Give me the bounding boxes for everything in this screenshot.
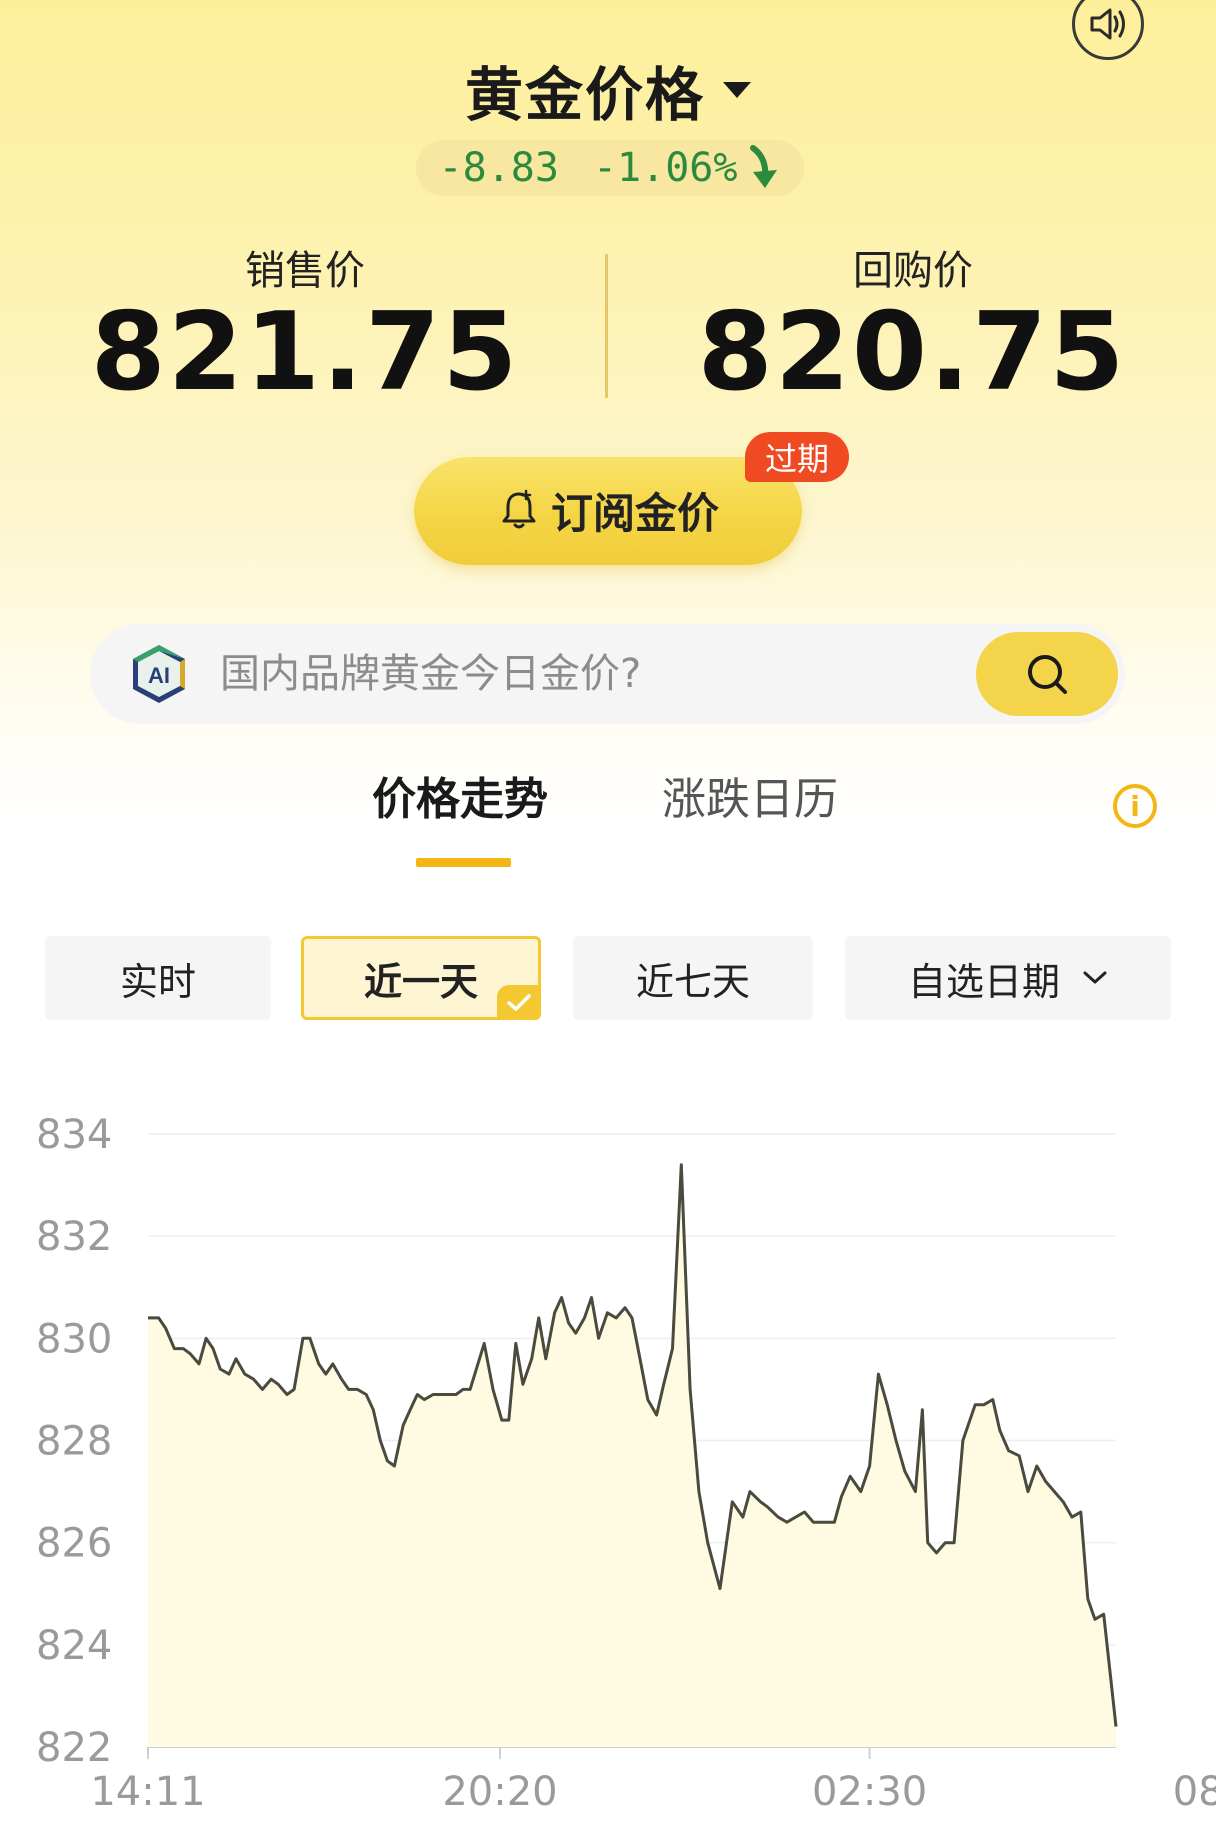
range-custom-date-button[interactable]: 自选日期 [845,936,1171,1020]
divider [605,254,608,398]
subscribe-label: 订阅金价 [550,488,719,538]
y-tick-label: 828 [36,1419,112,1465]
info-icon[interactable]: i [1113,784,1157,828]
chevron-down-icon [1083,971,1107,984]
range-live-button[interactable]: 实时 [45,936,271,1020]
active-tab-indicator [416,858,511,867]
tab-price-trend[interactable]: 价格走势 [372,770,548,830]
search-button[interactable] [976,632,1118,716]
x-tick-label: 14:11 [90,1769,205,1815]
search-icon [1028,655,1067,694]
title-selector[interactable]: 黄金价格 [0,48,1216,132]
y-tick-label: 822 [36,1725,112,1771]
y-tick-label: 826 [36,1521,112,1567]
caret-down-icon [723,82,751,98]
change-percent: -1.06% [592,145,738,191]
y-tick-label: 834 [36,1112,112,1158]
subscribe-button[interactable]: 订阅金价 [414,455,802,565]
custom-date-label: 自选日期 [907,959,1060,1004]
change-pill: -8.83 -1.06% [416,140,804,196]
x-tick-label: 20:20 [442,1769,557,1815]
sell-price-label: 销售价 [245,248,365,294]
price-area [148,1164,1116,1747]
y-tick-label: 832 [36,1214,112,1260]
sell-price-value: 821.75 [90,290,520,415]
price-chart: 834 832 830 828 826 824 82214:11 20:20 02:30 08:5… [36,1112,1216,1815]
x-tick-label: 08:50 [1173,1769,1216,1815]
buy-price-value: 820.75 [697,290,1127,415]
ai-label: AI [148,663,170,688]
buy-price-label: 回购价 [853,248,973,294]
x-tick-label: 02:30 [812,1769,927,1815]
ai-icon: AI [133,645,185,703]
arrow-down-icon [750,145,778,188]
range-7day-button[interactable]: 近七天 [573,936,813,1020]
y-tick-label: 830 [36,1316,112,1362]
search-input[interactable]: 国内品牌黄金今日金价? [220,648,641,700]
speaker-icon [1090,8,1125,40]
bell-icon [502,489,536,529]
tab-change-calendar[interactable]: 涨跌日历 [662,770,838,830]
check-icon [497,985,541,1020]
y-tick-label: 824 [36,1623,112,1669]
page-title: 黄金价格 [464,61,705,129]
expired-badge: 过期 [745,432,849,482]
change-value: -8.83 [438,145,559,191]
